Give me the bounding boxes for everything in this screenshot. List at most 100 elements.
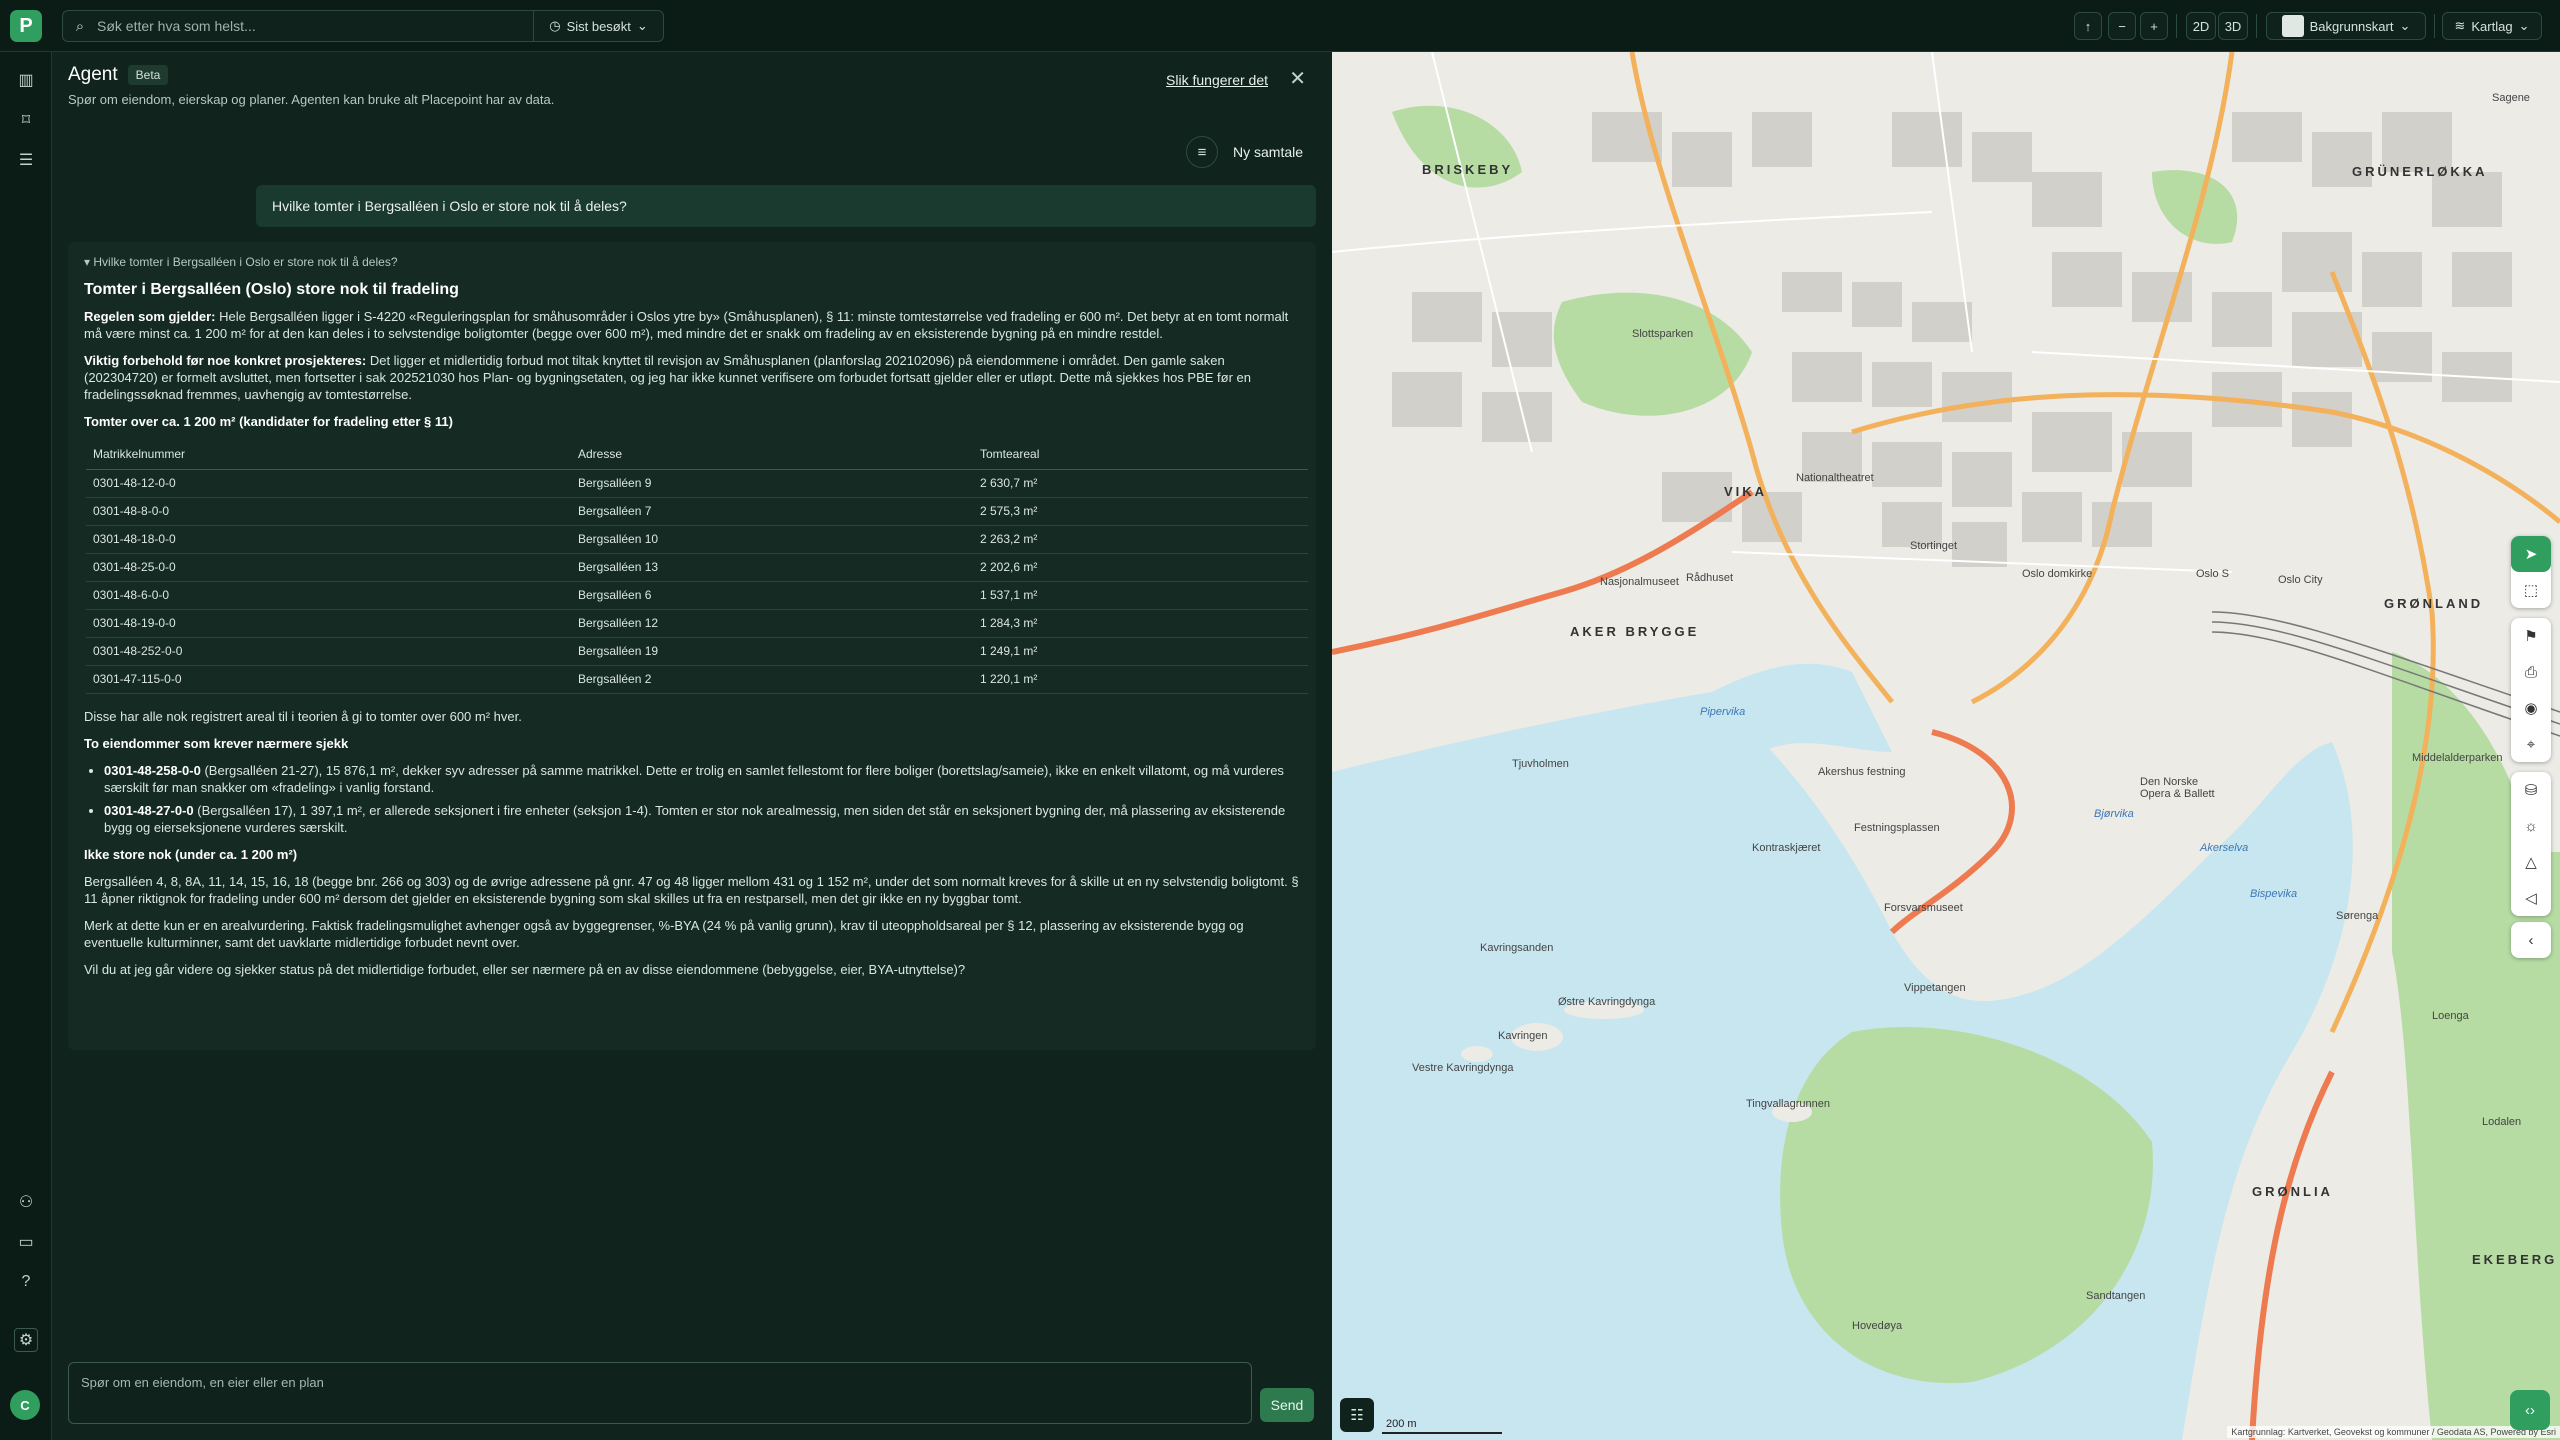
menu-icon[interactable]: ≡: [1186, 136, 1218, 168]
table-cell: 1 284,3 m²: [973, 609, 1308, 638]
composer: [68, 1362, 1252, 1424]
table-row: 0301-48-18-0-0 Bergsalléen 10 2 263,2 m²: [86, 525, 1308, 554]
column-header: Matrikkelnummer: [86, 440, 571, 470]
map-collapse-tools: ‹: [2511, 922, 2551, 958]
mode-2d-button[interactable]: 2D: [2186, 12, 2216, 40]
settings-icon[interactable]: ⚙: [14, 1328, 38, 1352]
help-icon[interactable]: ?: [14, 1270, 38, 1294]
code-icon[interactable]: ‹›: [2510, 1390, 2550, 1430]
avatar[interactable]: C: [10, 1390, 40, 1420]
send-label: Send: [1270, 1397, 1304, 1413]
map-label: Vestre Kavringdynga: [1412, 1062, 1514, 1074]
recent-dropdown[interactable]: ◷ Sist besøkt ⌄: [533, 11, 663, 41]
table-cell: 1 220,1 m²: [973, 665, 1308, 694]
table-cell: Bergsalléen 13: [571, 553, 973, 582]
bookmark-icon[interactable]: ⚑: [2511, 618, 2551, 654]
list-item-text: (Bergsalléen 21-27), 15 876,1 m², dekker…: [104, 763, 1284, 795]
table-row: 0301-47-115-0-0 Bergsalléen 21 220,1 m²: [86, 665, 1308, 694]
new-chat-button[interactable]: Ny samtale: [1233, 144, 1303, 160]
map-label: AKER BRYGGE: [1570, 624, 1700, 639]
table-heading: Tomter over ca. 1 200 m² (kandidater for…: [84, 414, 453, 429]
list-icon[interactable]: ☰: [14, 148, 38, 172]
zoom-in-button[interactable]: +: [2140, 12, 2168, 40]
table-cell: Bergsalléen 9: [571, 469, 973, 498]
map-label: Stortinget: [1910, 540, 1958, 552]
table-row: 0301-48-19-0-0 Bergsalléen 12 1 284,3 m²: [86, 609, 1308, 638]
send-button[interactable]: Send: [1260, 1388, 1314, 1422]
sun-icon[interactable]: ☼: [2511, 808, 2551, 844]
map-label: Bjørvika: [2094, 808, 2134, 820]
pointer-icon[interactable]: ➤: [2511, 536, 2551, 572]
agent-title: Agent: [68, 64, 118, 85]
agent-header: Agent Beta: [68, 64, 169, 86]
map-label: Sagene: [2492, 92, 2530, 104]
user-add-icon[interactable]: ⚇: [14, 1190, 38, 1214]
map-label: GRØNLIA: [2252, 1184, 2333, 1199]
chevron-down-icon: ⌄: [2399, 18, 2411, 33]
mode-2d-label: 2D: [2192, 18, 2210, 34]
map-label: Vippetangen: [1904, 982, 1966, 994]
followup-text: Vil du at jeg går videre og sjekker stat…: [84, 962, 966, 977]
map-label: Lodalen: [2482, 1116, 2522, 1128]
agent-answer: ▾ Hvilke tomter i Bergsalléen i Oslo er …: [68, 242, 1316, 1050]
print-icon[interactable]: ⎙: [2511, 654, 2551, 690]
map-label: Pipervika: [1700, 706, 1746, 718]
table-cell: 0301-48-19-0-0: [86, 609, 571, 638]
logo-letter: P: [19, 14, 33, 37]
map-label: Hovedøya: [1852, 1320, 1903, 1332]
tag-icon[interactable]: ⌑: [14, 108, 38, 132]
closer-heading: To eiendommer som krever nærmere sjekk: [84, 736, 349, 751]
rule-paragraph: Regelen som gjelder: Hele Bergsalléen li…: [84, 308, 1300, 342]
app-logo[interactable]: P: [10, 10, 42, 42]
layers-dropdown[interactable]: ≋ Kartlag ⌄: [2442, 12, 2542, 40]
basemap-dropdown[interactable]: Bakgrunnskart ⌄: [2266, 12, 2426, 40]
list-item-id: 0301-48-258-0-0: [104, 763, 201, 778]
zoom-out-button[interactable]: −: [2108, 12, 2136, 40]
location-icon[interactable]: ⌖: [2511, 726, 2551, 762]
map-label: Den Norske Opera & Ballett: [2140, 776, 2215, 800]
chevron-left-icon[interactable]: ‹: [2511, 922, 2551, 958]
map-label: Kavringen: [1498, 1030, 1548, 1042]
camera-icon[interactable]: ◉: [2511, 690, 2551, 726]
rule-text: Hele Bergsalléen ligger i S-4220 «Regule…: [84, 309, 1289, 341]
layers-label: Kartlag: [2471, 18, 2513, 34]
table-cell: 0301-48-12-0-0: [86, 469, 571, 498]
measure-icon[interactable]: △: [2511, 844, 2551, 880]
map-label: Akerselva: [2200, 842, 2249, 854]
table-row: 0301-48-6-0-0 Bergsalléen 61 537,1 m²: [86, 581, 1308, 610]
search-input[interactable]: [97, 18, 533, 34]
mode-3d-button[interactable]: 3D: [2218, 12, 2248, 40]
column-header: Adresse: [571, 440, 973, 470]
table-cell: 1 249,1 m²: [973, 637, 1308, 666]
avatar-initial: C: [20, 1397, 30, 1413]
answer-summary-toggle[interactable]: ▾ Hvilke tomter i Bergsalléen i Oslo er …: [84, 254, 1300, 271]
map-label: Festningsplassen: [1854, 822, 1940, 834]
map-label: Tingvallagrunnen: [1746, 1098, 1830, 1110]
map-label: Middelalderparken: [2412, 752, 2503, 764]
table-cell: 2 202,6 m²: [973, 553, 1308, 582]
map-label: Slottsparken: [1632, 328, 1694, 340]
table-header-row: Matrikkelnummer Adresse Tomteareal: [86, 440, 1308, 470]
legend-icon[interactable]: ☷: [1340, 1398, 1374, 1432]
message-input[interactable]: [69, 1363, 1251, 1423]
basemap-label: Bakgrunnskart: [2309, 18, 2394, 34]
map-label: Sandtangen: [2086, 1290, 2146, 1302]
map-label: Tjuvholmen: [1512, 758, 1569, 770]
close-icon[interactable]: ✕: [1289, 66, 1306, 91]
north-arrow-button[interactable]: ↑: [2074, 12, 2102, 40]
caveat-paragraph: Viktig forbehold før noe konkret prosjek…: [84, 352, 1300, 403]
search-icon: ⌕: [75, 17, 85, 35]
send-icon[interactable]: ◁: [2511, 880, 2551, 916]
save-icon[interactable]: ⛁: [2511, 772, 2551, 808]
map-attribution: Kartgrunnlag: Kartverket, Geovekst og ko…: [2227, 1426, 2560, 1438]
table-cell: 2 630,7 m²: [973, 469, 1308, 498]
map-action-tools: ⚑ ⎙ ◉ ⌖: [2511, 618, 2551, 762]
how-it-works-link[interactable]: Slik fungerer det: [1166, 72, 1268, 88]
area-select-icon[interactable]: ⬚: [2511, 572, 2551, 608]
map-label: Nationaltheatret: [1796, 472, 1874, 484]
list-item-text: (Bergsalléen 17), 1 397,1 m², er allered…: [104, 803, 1286, 835]
map-view[interactable]: BRISKEBY GRÜNERLØKKA VIKA AKER BRYGGE GR…: [1332, 52, 2560, 1440]
chat-icon[interactable]: ▭: [14, 1230, 38, 1254]
table-cell: 0301-47-115-0-0: [86, 665, 571, 694]
map-icon[interactable]: ▥: [14, 68, 38, 92]
